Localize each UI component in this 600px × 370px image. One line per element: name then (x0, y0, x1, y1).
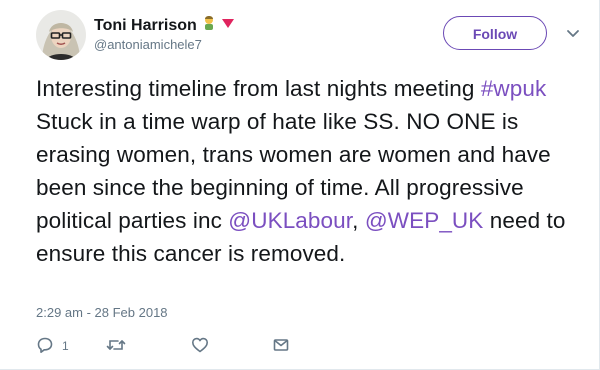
like-button[interactable] (191, 336, 209, 356)
retweet-icon (106, 336, 126, 357)
follow-button[interactable]: Follow (443, 16, 547, 50)
retweet-button[interactable] (106, 336, 126, 356)
name-row: Toni Harrison (94, 14, 235, 37)
mention-link[interactable]: @WEP_UK (365, 208, 484, 233)
like-icon (191, 336, 209, 357)
tweet-text-separator: , (352, 208, 365, 233)
chevron-down-icon[interactable] (566, 26, 580, 37)
tweet-card: Toni Harrison @antoniamichele7 Follow In… (0, 0, 600, 370)
action-bar: 1 (36, 336, 336, 356)
tweet-text: Interesting timeline from last nights me… (36, 72, 592, 270)
triangle-emoji-icon (221, 16, 235, 35)
hashtag-link[interactable]: #wpuk (481, 76, 547, 101)
woman-emoji-icon (201, 14, 217, 37)
mention-link[interactable]: @UKLabour (228, 208, 352, 233)
reply-button[interactable]: 1 (36, 336, 69, 356)
timestamp[interactable]: 2:29 am - 28 Feb 2018 (36, 305, 168, 320)
message-button[interactable] (272, 336, 290, 356)
avatar[interactable] (36, 10, 86, 60)
reply-count: 1 (62, 339, 69, 353)
message-icon (272, 336, 290, 357)
user-handle[interactable]: @antoniamichele7 (94, 37, 202, 52)
reply-icon (36, 336, 54, 357)
tweet-text-part: Interesting timeline from last nights me… (36, 76, 481, 101)
display-name[interactable]: Toni Harrison (94, 17, 197, 35)
avatar-image (36, 10, 86, 60)
